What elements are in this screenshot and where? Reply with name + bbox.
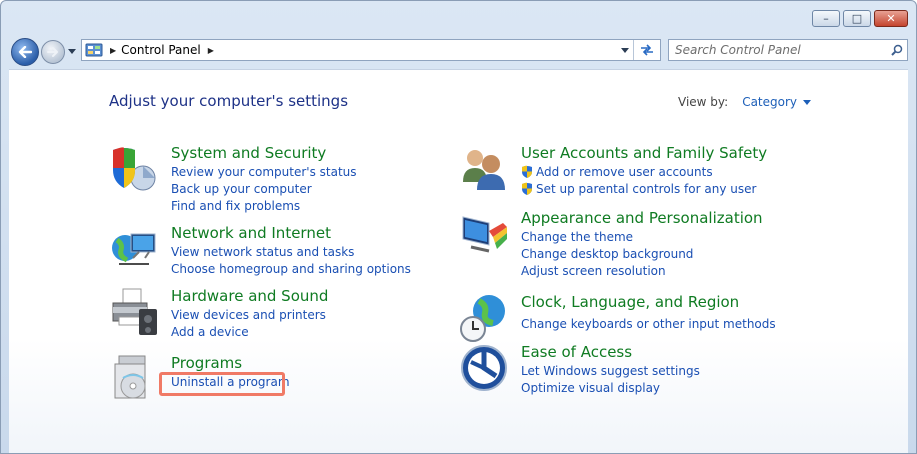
link-network-status[interactable]: View network status and tasks [171,244,411,261]
chevron-down-icon[interactable] [803,99,812,105]
search-box[interactable] [668,39,908,61]
network-icon[interactable] [109,224,159,274]
search-icon[interactable] [887,41,907,59]
back-button[interactable] [11,38,39,66]
maximize-button[interactable]: □ [843,10,871,27]
view-by-label: View by: [678,95,729,109]
recent-pages-dropdown[interactable] [67,46,77,56]
link-review-status[interactable]: Review your computer's status [171,164,357,181]
control-panel-window: – □ ✕ ▶ Control Panel ▶ Search Control P… [0,0,917,454]
category-links: Change the theme Change desktop backgrou… [521,229,693,280]
link-devices-printers[interactable]: View devices and printers [171,307,326,324]
category-title[interactable]: Ease of Access [521,343,632,361]
link-optimize-visual[interactable]: Optimize visual display [521,380,700,397]
link-homegroup-sharing[interactable]: Choose homegroup and sharing options [171,261,411,278]
refresh-icon [641,44,653,56]
shield-icon[interactable] [109,144,159,194]
address-dropdown[interactable] [620,44,630,56]
arrow-right-icon [47,47,58,57]
uac-shield-icon [522,165,532,178]
breadcrumb-separator-icon[interactable]: ▶ [110,46,116,55]
view-by-dropdown[interactable]: Category [742,95,797,109]
category-title[interactable]: Clock, Language, and Region [521,293,739,311]
page-title: Adjust your computer's settings [109,92,349,110]
chevron-down-icon [621,47,629,53]
search-input[interactable] [669,40,887,60]
link-keyboards-input[interactable]: Change keyboards or other input methods [521,316,776,333]
category-title[interactable]: System and Security [171,144,326,162]
programs-icon[interactable] [109,354,159,404]
category-links: View devices and printers Add a device [171,307,326,341]
control-panel-icon [85,43,103,57]
category-links: Add or remove user accounts Set up paren… [521,164,756,198]
ease-of-access-icon[interactable] [459,343,509,393]
arrow-left-icon [18,46,32,58]
category-title[interactable]: Programs [171,354,242,372]
link-windows-suggest[interactable]: Let Windows suggest settings [521,363,700,380]
users-icon[interactable] [459,144,509,194]
link-label[interactable]: Set up parental controls for any user [536,182,756,196]
category-links: Review your computer's status Back up yo… [171,164,357,215]
content-area: Adjust your computer's settings View by:… [9,69,908,453]
window-controls: – □ ✕ [812,10,908,27]
appearance-icon[interactable] [459,209,509,259]
link-desktop-background[interactable]: Change desktop background [521,246,693,263]
link-change-theme[interactable]: Change the theme [521,229,693,246]
link-add-device[interactable]: Add a device [171,324,326,341]
link-parental-controls[interactable]: Set up parental controls for any user [521,181,756,198]
category-title[interactable]: User Accounts and Family Safety [521,144,767,162]
category-links: Let Windows suggest settings Optimize vi… [521,363,700,397]
category-links: Change keyboards or other input methods [521,316,776,333]
chevron-down-icon [68,48,76,54]
address-bar[interactable]: ▶ Control Panel ▶ [81,39,661,61]
highlight-box [159,372,285,396]
category-title[interactable]: Appearance and Personalization [521,209,763,227]
link-back-up[interactable]: Back up your computer [171,181,357,198]
clock-globe-icon[interactable] [459,293,509,343]
link-add-remove-accounts[interactable]: Add or remove user accounts [521,164,756,181]
forward-button[interactable] [41,40,65,64]
breadcrumb-separator-icon[interactable]: ▶ [208,46,214,55]
link-label[interactable]: Add or remove user accounts [536,165,713,179]
link-screen-resolution[interactable]: Adjust screen resolution [521,263,693,280]
view-by-control: View by: Category [678,95,812,109]
uac-shield-icon [522,182,532,195]
refresh-button[interactable] [633,40,660,60]
minimize-button[interactable]: – [812,10,840,27]
category-title[interactable]: Network and Internet [171,224,331,242]
breadcrumb-control-panel[interactable]: Control Panel [121,43,201,57]
link-find-fix[interactable]: Find and fix problems [171,198,357,215]
navigation-bar: ▶ Control Panel ▶ [1,37,916,66]
category-title[interactable]: Hardware and Sound [171,287,328,305]
close-button[interactable]: ✕ [874,10,908,27]
category-links: View network status and tasks Choose hom… [171,244,411,278]
printer-icon[interactable] [109,287,159,337]
